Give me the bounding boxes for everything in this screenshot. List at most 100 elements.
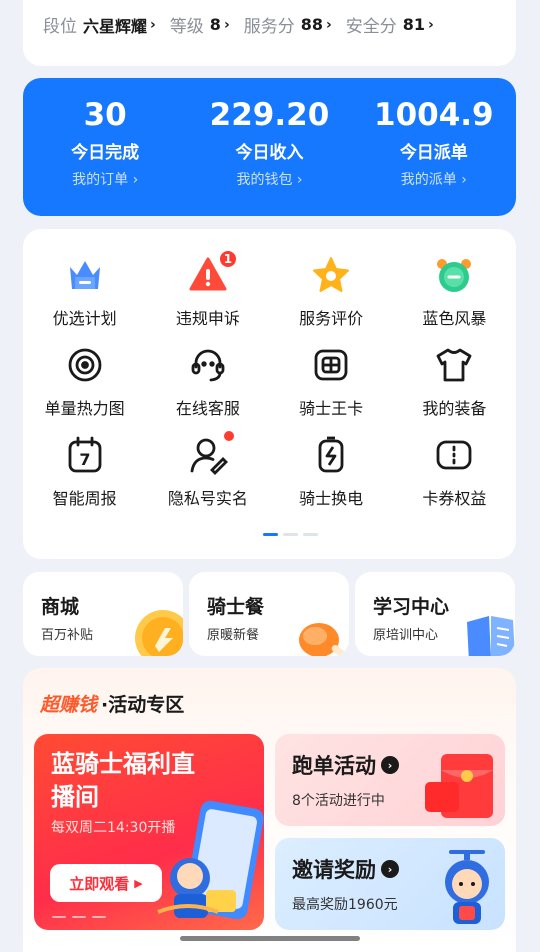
grid-item-label: 违规申诉	[175, 309, 240, 328]
grid-item-my-gear[interactable]: 我的装备	[393, 337, 516, 419]
run-activity-card[interactable]: 跑单活动 › 8个活动进行中	[275, 734, 505, 826]
rank-label: 安全分	[345, 17, 397, 37]
shortcut-subtitle: 原培训中心	[373, 628, 439, 643]
activity-zone: 超赚钱 ·活动专区 蓝骑士福利直播间 每双周二14:30开播 立即观看 ▶ 跑单…	[23, 668, 516, 952]
chevron-right-icon: ›	[150, 16, 156, 33]
shortcut-title: 骑士餐	[207, 596, 265, 618]
rank-item-service-score[interactable]: 服务分 88 ›	[244, 12, 332, 37]
shortcut-mall[interactable]: 商城 百万补贴	[23, 572, 183, 656]
stat-dispatched[interactable]: 1004.9 今日派单 我的派单 ›	[352, 78, 516, 216]
stat-value: 30	[83, 97, 127, 133]
pager-dot-active	[263, 533, 278, 536]
tshirt-icon	[434, 345, 474, 385]
activity-title: ·活动专区	[101, 694, 185, 716]
grid-item-label: 骑士换电	[299, 489, 364, 508]
rank-value: 81	[402, 15, 426, 34]
stat-label: 今日收入	[235, 143, 304, 163]
grid-item-knight-card[interactable]: 骑士王卡	[270, 337, 393, 419]
grid-item-blue-storm[interactable]: 蓝色风暴	[393, 247, 516, 329]
sim-card-icon	[311, 345, 351, 385]
daily-stats-card: 30 今日完成 我的订单 › 229.20 今日收入 我的钱包 › 1004.9…	[23, 78, 516, 216]
drumstick-icon	[299, 623, 346, 656]
grid-item-coupons[interactable]: 卡券权益	[393, 427, 516, 509]
function-grid-card: 优选计划 1 违规申诉 服务评价 蓝色风暴 单量热力图 在线客服 骑士王卡 我的…	[23, 229, 516, 559]
grid-item-online-support[interactable]: 在线客服	[146, 337, 269, 419]
alarm-clock-icon	[434, 255, 474, 295]
pager-dot	[52, 916, 66, 918]
grid-item-battery-swap[interactable]: 骑士换电	[270, 427, 393, 509]
grid-item-label: 骑士王卡	[299, 399, 364, 418]
stat-completed[interactable]: 30 今日完成 我的订单 ›	[23, 78, 187, 216]
play-icon: ▶	[134, 876, 143, 890]
my-orders-link[interactable]: 我的订单 ›	[23, 169, 187, 189]
user-edit-icon	[188, 431, 234, 475]
shortcut-learning-center[interactable]: 学习中心 原培训中心	[355, 572, 515, 656]
grid-item-privacy-verification[interactable]: 隐私号实名	[146, 427, 269, 509]
phone-illustration-icon	[157, 800, 264, 920]
grid-item-violation-appeal[interactable]: 1 违规申诉	[146, 247, 269, 329]
grid-item-label: 在线客服	[175, 399, 240, 418]
promo-title: 跑单活动	[292, 754, 376, 778]
crown-icon	[65, 255, 105, 295]
rank-label: 服务分	[243, 17, 295, 37]
rank-strip: 段位 六星辉耀 › 等级 8 › 服务分 88 › 安全分 81 ›	[23, 0, 516, 66]
promo-subtitle: 最高奖励1960元	[292, 897, 398, 913]
my-wallet-link[interactable]: 我的钱包 ›	[187, 169, 351, 189]
notification-dot	[223, 431, 234, 441]
grid-item-label: 优选计划	[52, 309, 117, 328]
home-indicator[interactable]	[180, 936, 360, 941]
stat-value: 229.20	[209, 97, 330, 133]
shortcut-subtitle: 百万补贴	[41, 628, 94, 643]
arrow-right-icon: ›	[381, 860, 399, 878]
stat-income[interactable]: 229.20 今日收入 我的钱包 ›	[187, 78, 351, 216]
target-icon	[65, 345, 105, 385]
grid-item-label: 卡券权益	[422, 489, 487, 508]
grid-item-label: 隐私号实名	[167, 489, 248, 508]
chevron-right-icon: ›	[428, 16, 434, 33]
pager-dot	[92, 916, 106, 918]
shortcut-rider-meal[interactable]: 骑士餐 原暖新餐	[189, 572, 349, 656]
rank-label: 段位	[43, 17, 77, 37]
grid-pager	[263, 533, 318, 536]
rank-value: 8	[209, 15, 221, 34]
stat-label: 今日派单	[399, 143, 468, 163]
promo-title-row: 邀请奖励 ›	[292, 854, 399, 884]
grid-item-label: 蓝色风暴	[422, 309, 487, 328]
live-stream-banner[interactable]: 蓝骑士福利直播间 每双周二14:30开播 立即观看 ▶	[34, 734, 264, 930]
rider-mascot-icon	[445, 850, 489, 924]
grid-item-service-rating[interactable]: 服务评价	[270, 247, 393, 329]
stat-label: 今日完成	[71, 143, 140, 163]
banner-pager	[52, 916, 106, 918]
pager-dot	[72, 916, 86, 918]
watch-now-button[interactable]: 立即观看 ▶	[50, 864, 162, 902]
my-dispatch-link[interactable]: 我的派单 ›	[352, 169, 516, 189]
mall-coin-icon	[135, 610, 183, 656]
book-icon	[467, 616, 515, 656]
red-envelope-icon	[425, 754, 493, 818]
rank-value: 六星辉耀	[83, 16, 148, 36]
warning-icon: 1	[188, 249, 238, 295]
promo-title: 邀请奖励	[292, 858, 376, 882]
pager-dot	[283, 533, 298, 536]
arrow-right-icon: ›	[381, 756, 399, 774]
grid-item-label: 智能周报	[52, 489, 117, 508]
grid-item-preferred-plan[interactable]: 优选计划	[23, 247, 146, 329]
ticket-icon	[434, 435, 474, 475]
stat-value: 1004.9	[374, 97, 494, 133]
grid-item-label: 服务评价	[299, 309, 364, 328]
rank-label: 等级	[169, 17, 204, 37]
rank-item-tier[interactable]: 段位 六星辉耀 ›	[43, 12, 156, 38]
grid-item-label: 我的装备	[422, 399, 487, 418]
rank-item-safety-score[interactable]: 安全分 81 ›	[346, 12, 434, 37]
invite-reward-card[interactable]: 邀请奖励 › 最高奖励1960元	[275, 838, 505, 930]
headset-icon	[188, 345, 228, 385]
grid-item-weekly-report[interactable]: 7 智能周报	[23, 427, 146, 509]
promo-subtitle: 8个活动进行中	[292, 793, 385, 809]
shortcut-subtitle: 原暖新餐	[207, 628, 260, 643]
rank-item-level[interactable]: 等级 8 ›	[170, 12, 230, 37]
grid-item-heatmap[interactable]: 单量热力图	[23, 337, 146, 419]
promo-title-row: 跑单活动 ›	[292, 750, 399, 780]
chevron-right-icon: ›	[223, 16, 230, 33]
battery-swap-icon	[311, 435, 351, 475]
pager-dot	[303, 533, 318, 536]
